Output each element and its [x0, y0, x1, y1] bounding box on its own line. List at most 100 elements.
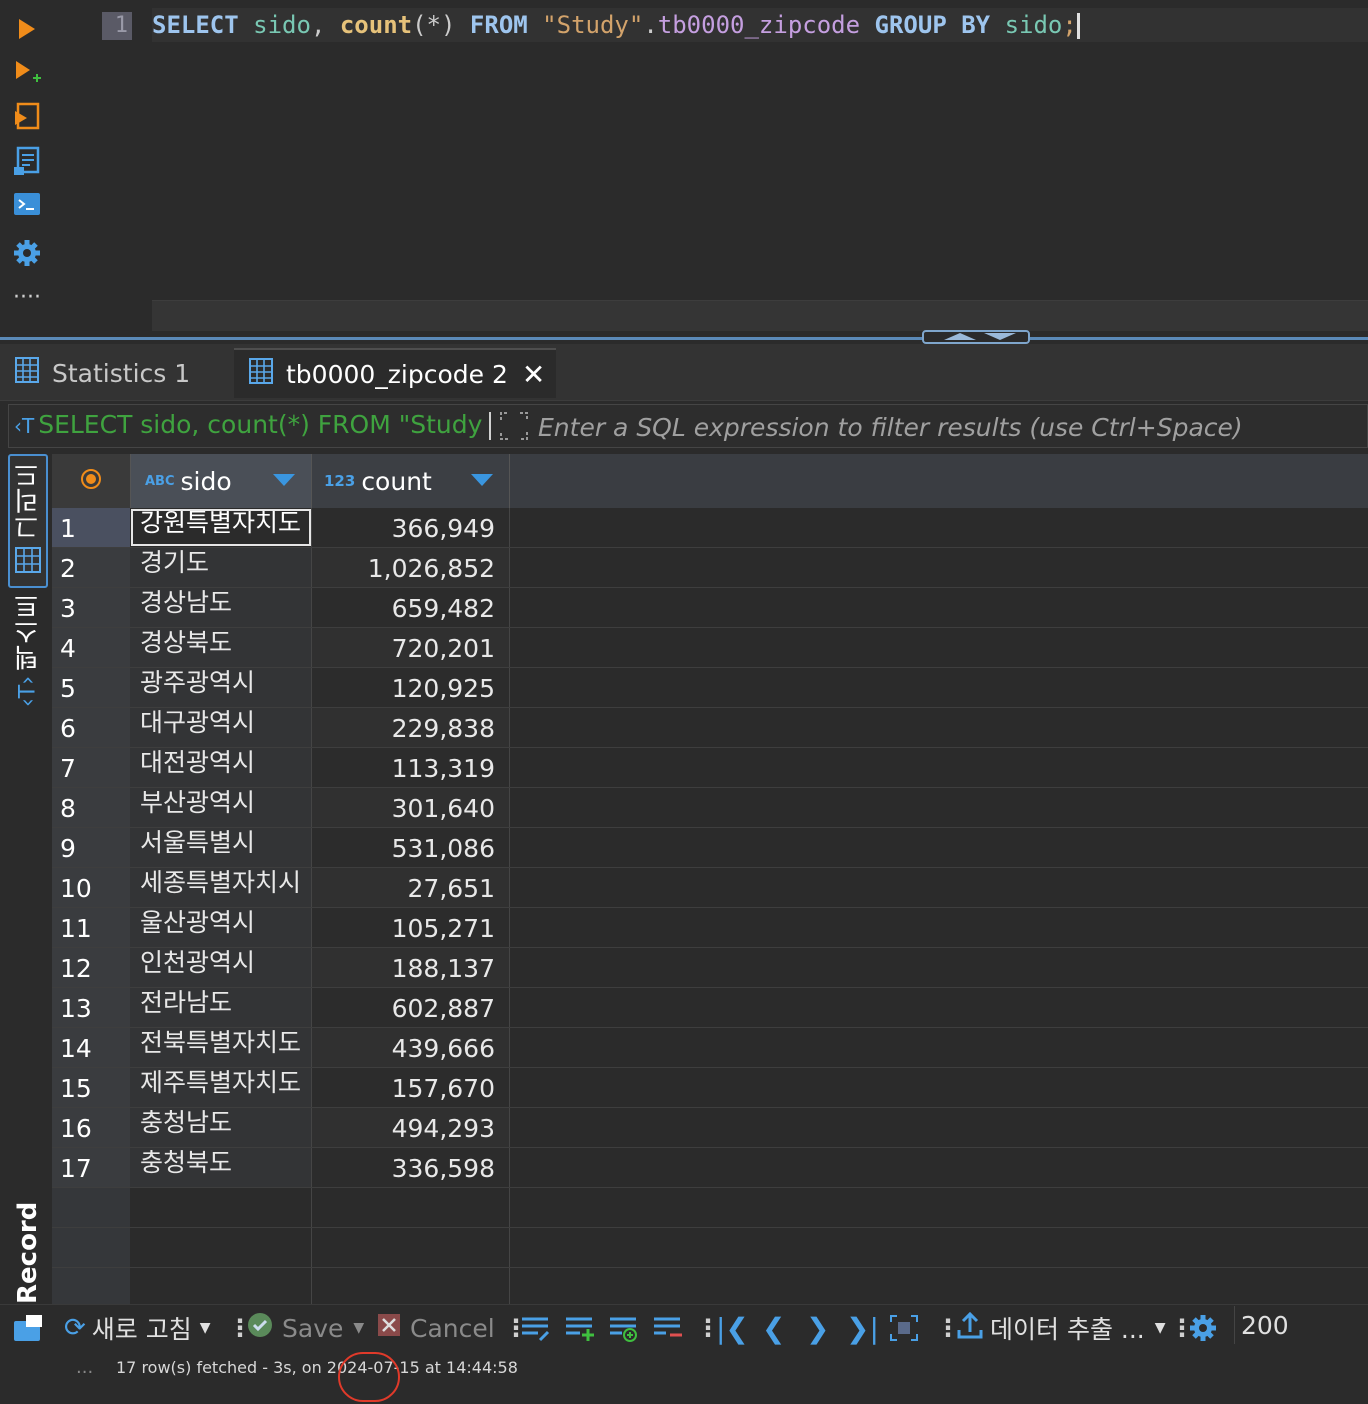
execute-in-new-tab-icon[interactable]: [10, 56, 44, 90]
row-number[interactable]: 11: [52, 908, 130, 947]
table-row[interactable]: 15 제주특별자치도 157,670: [52, 1068, 1368, 1108]
cell-sido[interactable]: 전북특별자치도: [130, 1028, 312, 1067]
explain-plan-icon[interactable]: [10, 144, 44, 178]
cell-count[interactable]: 188,137: [312, 948, 510, 987]
cell-sido[interactable]: 충청북도: [130, 1148, 312, 1187]
gear-icon[interactable]: [1188, 1305, 1218, 1351]
row-number[interactable]: 8: [52, 788, 130, 827]
chevron-down-icon[interactable]: ▼: [1155, 1320, 1166, 1336]
cell-sido[interactable]: 제주특별자치도: [130, 1068, 312, 1107]
row-number[interactable]: 6: [52, 708, 130, 747]
row-number[interactable]: [52, 1268, 130, 1307]
sidetab-text[interactable]: ‹T› 텍스트: [10, 592, 46, 712]
row-number[interactable]: 4: [52, 628, 130, 667]
cell-sido[interactable]: [130, 1228, 312, 1267]
cell-sido[interactable]: 경상남도: [130, 588, 312, 627]
cell-sido[interactable]: 경상북도: [130, 628, 312, 667]
row-number[interactable]: 15: [52, 1068, 130, 1107]
delete-row-icon[interactable]: [652, 1305, 684, 1351]
column-header-count[interactable]: 123 count: [312, 454, 510, 508]
cell-count[interactable]: 105,271: [312, 908, 510, 947]
row-number[interactable]: 14: [52, 1028, 130, 1067]
terminal-icon[interactable]: [10, 188, 44, 222]
cell-count[interactable]: 1,026,852: [312, 548, 510, 587]
cell-sido[interactable]: 광주광역시: [130, 668, 312, 707]
table-row[interactable]: [52, 1268, 1368, 1308]
table-row[interactable]: 9 서울특별시 531,086: [52, 828, 1368, 868]
row-number[interactable]: [52, 1228, 130, 1267]
cell-count[interactable]: 27,651: [312, 868, 510, 907]
table-row[interactable]: 13 전라남도 602,887: [52, 988, 1368, 1028]
next-page-icon[interactable]: ❯: [806, 1305, 829, 1351]
gear-icon[interactable]: [10, 236, 44, 270]
cell-count[interactable]: 494,293: [312, 1108, 510, 1147]
previous-page-icon[interactable]: ❮: [762, 1305, 785, 1351]
row-number[interactable]: 10: [52, 868, 130, 907]
cell-count[interactable]: 531,086: [312, 828, 510, 867]
close-icon[interactable]: ✕: [522, 358, 545, 391]
cell-count[interactable]: 659,482: [312, 588, 510, 627]
table-row[interactable]: 7 대전광역시 113,319: [52, 748, 1368, 788]
cell-count[interactable]: 229,838: [312, 708, 510, 747]
first-page-icon[interactable]: |❮: [716, 1305, 749, 1351]
column-header-sido[interactable]: ABC sido: [130, 454, 312, 508]
cell-sido[interactable]: 강원특별자치도: [130, 508, 312, 547]
row-number[interactable]: 2: [52, 548, 130, 587]
row-number[interactable]: 5: [52, 668, 130, 707]
cell-sido[interactable]: 경기도: [130, 548, 312, 587]
execute-script-icon[interactable]: [10, 100, 44, 134]
row-number[interactable]: 7: [52, 748, 130, 787]
table-row[interactable]: 14 전북특별자치도 439,666: [52, 1028, 1368, 1068]
row-number[interactable]: 16: [52, 1108, 130, 1147]
editor-results-splitter[interactable]: [0, 337, 1368, 340]
cell-count[interactable]: 720,201: [312, 628, 510, 667]
last-page-icon[interactable]: ❯|: [846, 1305, 879, 1351]
cell-sido[interactable]: 전라남도: [130, 988, 312, 1027]
cell-sido[interactable]: 세종특별자치시: [130, 868, 312, 907]
table-row[interactable]: 11 울산광역시 105,271: [52, 908, 1368, 948]
table-row[interactable]: [52, 1228, 1368, 1268]
more-icon[interactable]: ····: [10, 280, 44, 314]
row-number[interactable]: 9: [52, 828, 130, 867]
row-number[interactable]: [52, 1188, 130, 1227]
copy-row-icon[interactable]: [608, 1305, 640, 1351]
fetch-size-input[interactable]: [1234, 1306, 1368, 1344]
more-icon[interactable]: ···: [76, 1362, 93, 1383]
table-row[interactable]: [52, 1188, 1368, 1228]
fetch-all-icon[interactable]: [888, 1305, 920, 1351]
cell-count[interactable]: 113,319: [312, 748, 510, 787]
row-number[interactable]: 17: [52, 1148, 130, 1187]
cell-count[interactable]: [312, 1268, 510, 1307]
row-number[interactable]: 13: [52, 988, 130, 1027]
row-number[interactable]: 12: [52, 948, 130, 987]
splitter-handle[interactable]: [922, 330, 1030, 344]
sql-editor[interactable]: [0, 0, 1368, 340]
cell-count[interactable]: [312, 1228, 510, 1267]
cell-count[interactable]: 301,640: [312, 788, 510, 827]
cell-count[interactable]: 439,666: [312, 1028, 510, 1067]
tab-statistics-1[interactable]: Statistics 1: [0, 348, 232, 398]
cell-count[interactable]: 336,598: [312, 1148, 510, 1187]
add-row-icon[interactable]: [564, 1305, 596, 1351]
cell-sido[interactable]: 충청남도: [130, 1108, 312, 1147]
save-button[interactable]: Save ▼: [246, 1305, 364, 1351]
column-menu-arrow-icon[interactable]: [471, 474, 493, 486]
table-row[interactable]: 1 강원특별자치도 366,949: [52, 508, 1368, 548]
filter-query-preview[interactable]: ‹T SELECT sido, count(*) FROM "Study: [14, 406, 490, 446]
chevron-down-icon[interactable]: ▼: [353, 1320, 364, 1336]
cell-count[interactable]: 366,949: [312, 508, 510, 547]
grid-corner[interactable]: [52, 454, 130, 508]
export-data-button[interactable]: 데이터 추출 ... ▼: [956, 1305, 1166, 1351]
row-number[interactable]: 1: [52, 508, 130, 547]
results-grid[interactable]: ABC sido 123 count 1 강원특별자치도 366,949 2 경기도 1,…: [52, 454, 1368, 1308]
table-row[interactable]: 3 경상남도 659,482: [52, 588, 1368, 628]
cell-sido[interactable]: 부산광역시: [130, 788, 312, 827]
sidetab-record[interactable]: Record: [10, 1202, 46, 1304]
cell-sido[interactable]: [130, 1188, 312, 1227]
execute-statement-icon[interactable]: [10, 12, 44, 46]
sql-statement[interactable]: SELECT sido, count(*) FROM "Study".tb000…: [152, 8, 1368, 42]
cell-sido[interactable]: 서울특별시: [130, 828, 312, 867]
table-row[interactable]: 12 인천광역시 188,137: [52, 948, 1368, 988]
panels-icon[interactable]: [12, 1305, 44, 1351]
cell-count[interactable]: 602,887: [312, 988, 510, 1027]
